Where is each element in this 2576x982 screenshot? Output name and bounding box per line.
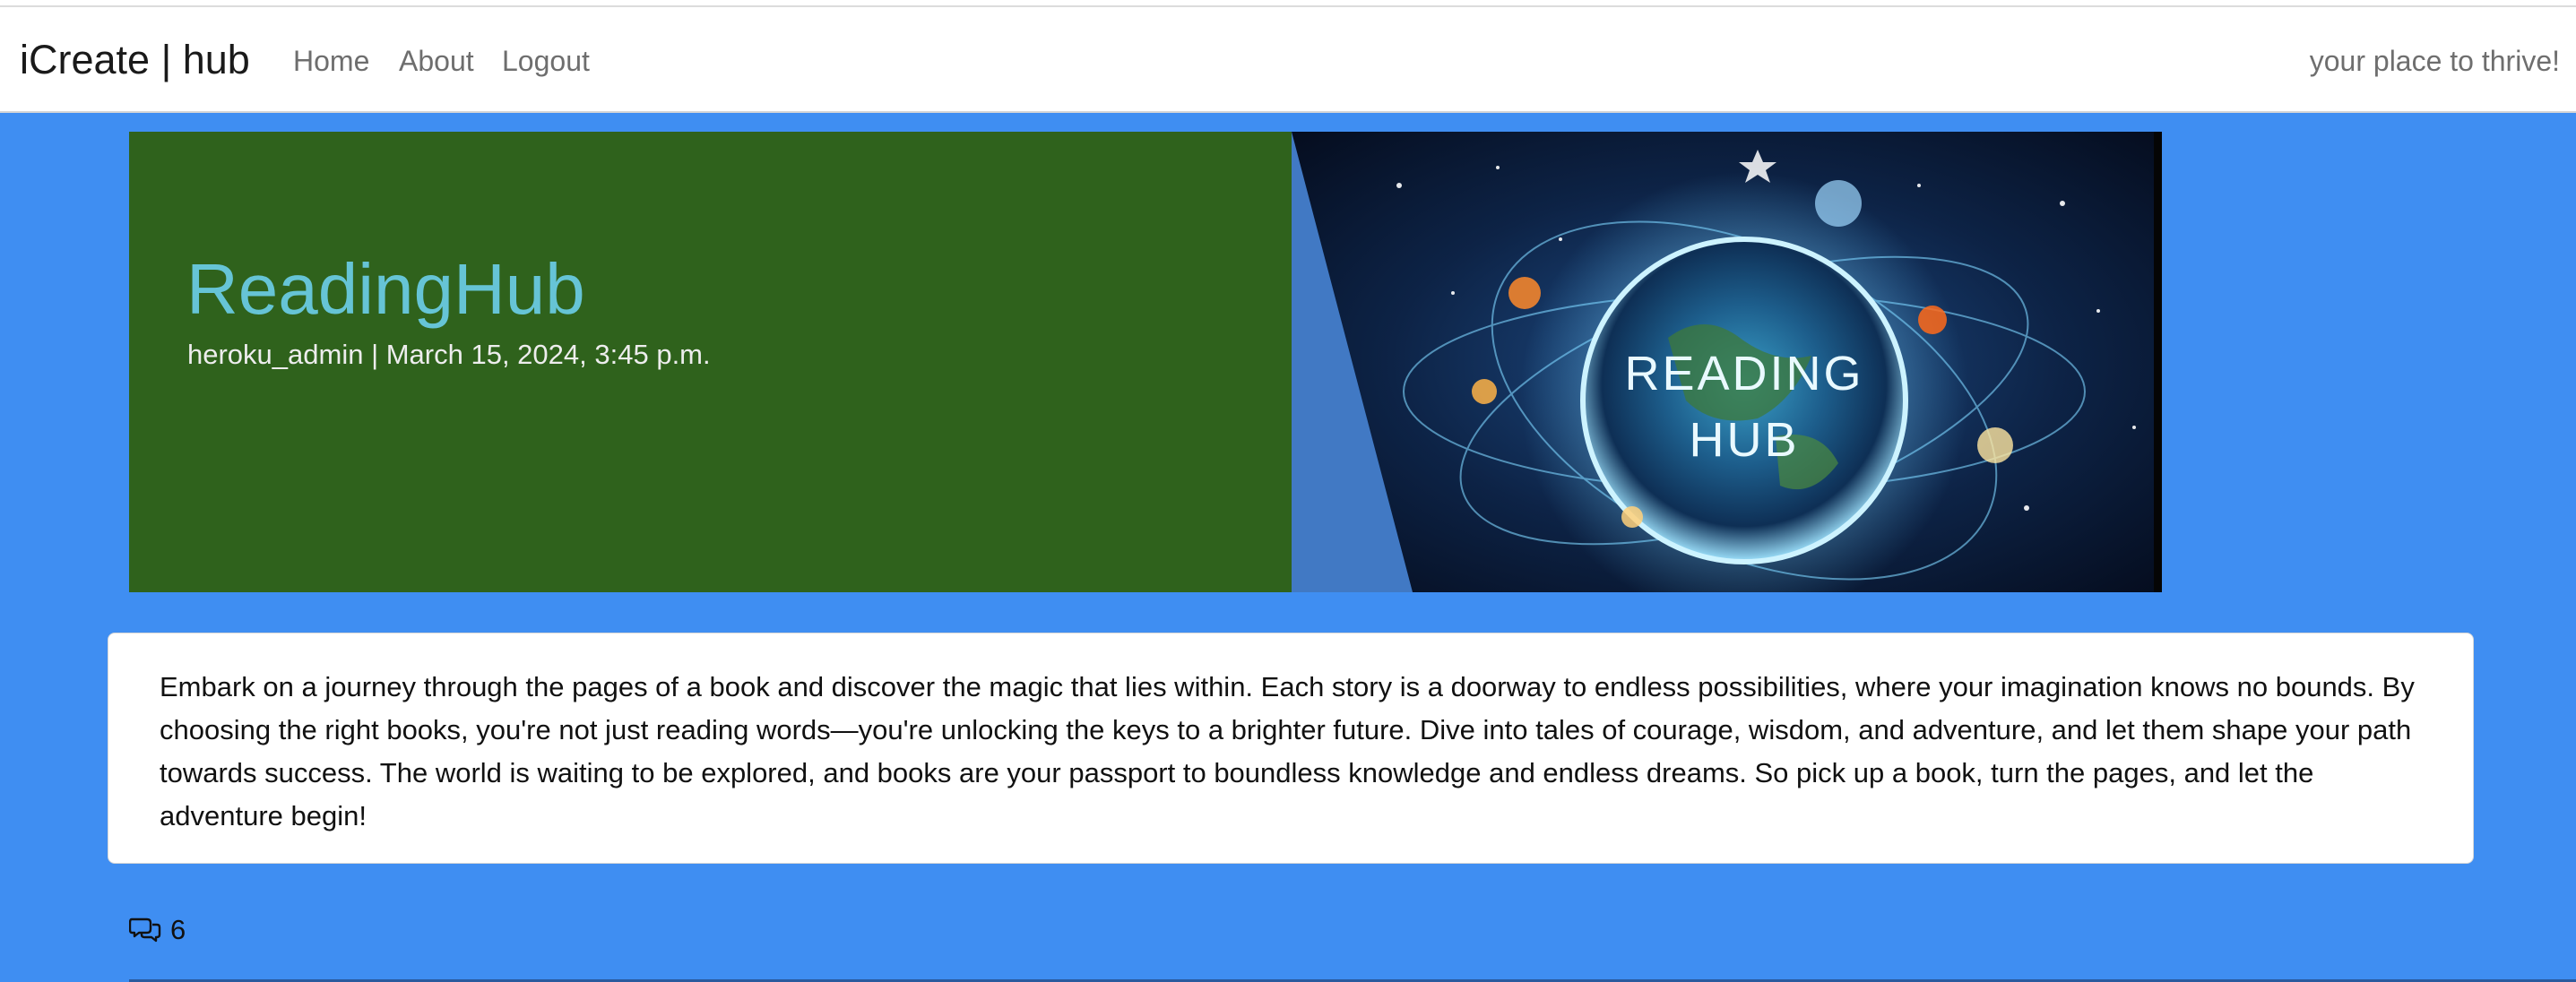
post-author-date: heroku_admin | March 15, 2024, 3:45 p.m. — [187, 339, 711, 370]
reading-hub-illustration: READING HUB — [1292, 132, 2162, 592]
comment-count-button[interactable]: 6 — [128, 912, 186, 948]
nav-link-about[interactable]: About — [399, 43, 474, 79]
illustration-title-line-1: READING — [1624, 347, 1863, 401]
comment-count: 6 — [170, 914, 186, 945]
hero-image: READING HUB — [1292, 132, 2162, 592]
hero-text-panel: ReadingHub heroku_admin | March 15, 2024… — [129, 132, 1292, 592]
nav-link-home[interactable]: Home — [293, 43, 369, 79]
nav-link-logout[interactable]: Logout — [502, 43, 590, 79]
navbar-tagline: your place to thrive! — [2309, 45, 2560, 77]
brand-logo-link[interactable]: iCreate | hub — [20, 36, 250, 84]
post-content-card: Embark on a journey through the pages of… — [108, 633, 2474, 864]
chat-bubbles-icon — [128, 916, 161, 944]
post-hero: ReadingHub heroku_admin | March 15, 2024… — [129, 132, 2162, 592]
illustration-title-line-2: HUB — [1689, 413, 1799, 467]
navbar: iCreate | hub Home About Logout your pla… — [0, 7, 2576, 113]
post-title: ReadingHub — [186, 249, 585, 329]
top-strip — [0, 0, 2576, 7]
post-body-text: Embark on a journey through the pages of… — [160, 671, 2415, 831]
